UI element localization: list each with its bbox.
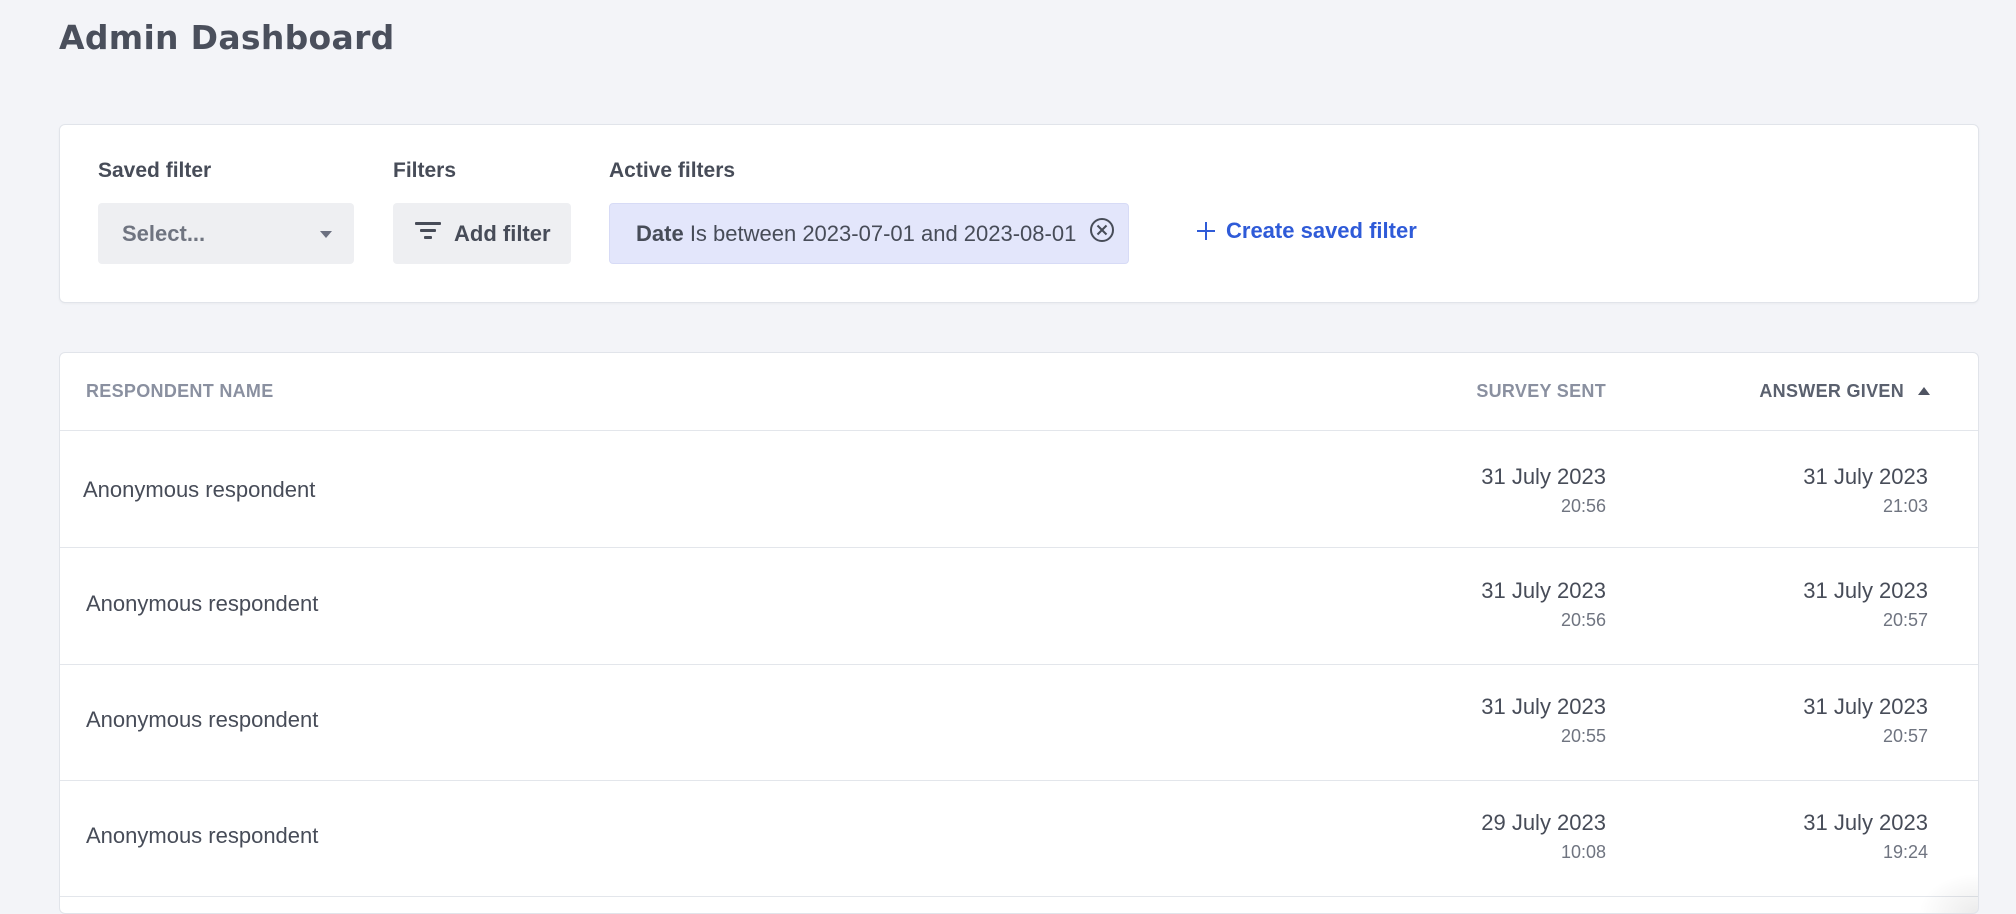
- saved-filter-label: Saved filter: [98, 159, 212, 182]
- saved-filter-placeholder: Select...: [122, 221, 206, 246]
- survey-sent-date: 31 July 2023: [1481, 578, 1606, 603]
- answer-given-cell: 31 July 2023 21:03: [1708, 462, 1928, 520]
- active-filter-field: Date: [636, 221, 684, 246]
- active-filter-text: Date Is between 2023-07-01 and 2023-08-0…: [636, 221, 1076, 247]
- survey-sent-date: 31 July 2023: [1481, 464, 1606, 489]
- answer-given-cell: 31 July 2023 20:57: [1708, 576, 1928, 634]
- answer-given-date: 31 July 2023: [1803, 694, 1928, 719]
- remove-filter-icon[interactable]: [1088, 216, 1116, 244]
- column-header-respondent-name[interactable]: RESPONDENT NAME: [86, 381, 274, 402]
- table-header: RESPONDENT NAME SURVEY SENT ANSWER GIVEN: [60, 353, 1978, 431]
- answer-given-date: 31 July 2023: [1803, 578, 1928, 603]
- survey-sent-time: 20:55: [1560, 726, 1606, 746]
- column-header-survey-sent[interactable]: SURVEY SENT: [1476, 381, 1606, 402]
- answer-given-date: 31 July 2023: [1803, 464, 1928, 489]
- table-row[interactable]: Anonymous respondent 29 July 2023 10:08 …: [60, 780, 1978, 897]
- respondent-name: Anonymous respondent: [83, 477, 316, 502]
- active-filter-condition: Is between 2023-07-01 and 2023-08-01: [689, 221, 1077, 246]
- answer-given-time: 19:24: [1882, 842, 1928, 862]
- survey-sent-cell: 31 July 2023 20:56: [1386, 576, 1606, 634]
- answer-given-time: 20:57: [1882, 726, 1928, 746]
- survey-sent-cell: 31 July 2023 20:55: [1386, 692, 1606, 750]
- active-filters-label: Active filters: [609, 159, 736, 182]
- plus-icon: [1196, 221, 1216, 247]
- respondent-name: Anonymous respondent: [86, 591, 319, 616]
- filter-icon: [415, 219, 441, 248]
- filters-label: Filters: [393, 159, 457, 182]
- create-saved-filter-label: Create saved filter: [1226, 218, 1417, 243]
- answer-given-date: 31 July 2023: [1803, 810, 1928, 835]
- responses-table: RESPONDENT NAME SURVEY SENT ANSWER GIVEN…: [59, 352, 1979, 914]
- respondent-name: Anonymous respondent: [86, 823, 319, 848]
- table-row[interactable]: Anonymous respondent 31 July 2023 20:55 …: [60, 664, 1978, 781]
- chevron-down-icon: [320, 231, 332, 238]
- answer-given-cell: 31 July 2023 20:57: [1708, 692, 1928, 750]
- active-filter-chip: Date Is between 2023-07-01 and 2023-08-0…: [609, 203, 1129, 264]
- table-row[interactable]: Anonymous respondent 31 July 2023 20:56 …: [60, 548, 1978, 665]
- respondent-name: Anonymous respondent: [86, 707, 319, 732]
- sort-ascending-icon: [1918, 387, 1930, 395]
- survey-sent-date: 31 July 2023: [1481, 694, 1606, 719]
- saved-filter-select[interactable]: Select...: [98, 203, 354, 264]
- survey-sent-time: 10:08: [1560, 842, 1606, 862]
- column-header-answer-given-label: ANSWER GIVEN: [1759, 381, 1904, 401]
- survey-sent-cell: 31 July 2023 20:56: [1386, 462, 1606, 520]
- table-row[interactable]: Anonymous respondent 31 July 2023 20:56 …: [60, 431, 1978, 548]
- page-title: Admin Dashboard: [59, 18, 395, 57]
- filter-panel: Saved filter Select... Filters Add filte…: [59, 124, 1979, 303]
- add-filter-label: Add filter: [454, 221, 551, 246]
- survey-sent-cell: 29 July 2023 10:08: [1386, 808, 1606, 866]
- survey-sent-time: 20:56: [1560, 496, 1606, 516]
- column-header-answer-given[interactable]: ANSWER GIVEN: [1759, 381, 1930, 402]
- survey-sent-date: 29 July 2023: [1481, 810, 1606, 835]
- scroll-shadow: [1918, 873, 1978, 913]
- answer-given-time: 21:03: [1882, 496, 1928, 516]
- answer-given-time: 20:57: [1882, 610, 1928, 630]
- create-saved-filter-link[interactable]: Create saved filter: [1196, 218, 1417, 247]
- add-filter-button[interactable]: Add filter: [393, 203, 571, 264]
- answer-given-cell: 31 July 2023 19:24: [1708, 808, 1928, 866]
- survey-sent-time: 20:56: [1560, 610, 1606, 630]
